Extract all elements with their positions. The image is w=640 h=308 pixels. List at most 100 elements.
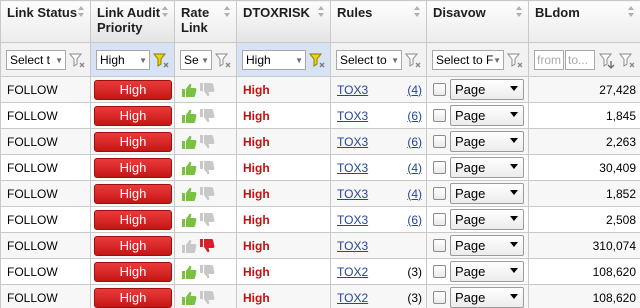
rate-cell <box>174 102 237 129</box>
col-header-rules[interactable]: Rules <box>330 0 427 43</box>
thumbs-up-icon[interactable] <box>181 82 197 98</box>
disavow-cell: Page <box>426 206 529 233</box>
sort-arrows-icon[interactable] <box>516 6 523 18</box>
thumbs-up-icon[interactable] <box>181 134 197 150</box>
rule-count[interactable]: (6) <box>407 109 422 123</box>
rule-count[interactable]: (4) <box>407 187 422 201</box>
thumbs-down-icon[interactable] <box>199 264 215 280</box>
rule-link[interactable]: TOX3 <box>337 135 368 149</box>
filter-icon[interactable] <box>618 51 636 69</box>
rate-cell <box>174 128 237 155</box>
rule-count[interactable]: (4) <box>407 161 422 175</box>
disavow-checkbox[interactable] <box>433 83 446 96</box>
thumbs-up-icon[interactable] <box>181 212 197 228</box>
disavow-checkbox[interactable] <box>433 135 446 148</box>
disavow-level-select[interactable]: Page <box>450 287 524 308</box>
disavow-level-select[interactable]: Page <box>450 105 524 126</box>
col-header-dtoxrisk[interactable]: DTOXRISK <box>236 0 331 43</box>
thumbs-up-icon[interactable] <box>181 238 197 254</box>
thumbs-down-icon[interactable] <box>199 134 215 150</box>
thumbs-down-icon[interactable] <box>199 212 215 228</box>
sort-arrows-icon[interactable] <box>628 6 635 18</box>
filter-icon[interactable] <box>506 51 524 69</box>
priority-badge: High <box>94 131 172 152</box>
rule-count[interactable]: (6) <box>407 213 422 227</box>
rule-link[interactable]: TOX3 <box>337 161 368 175</box>
thumbs-up-icon[interactable] <box>181 290 197 306</box>
link-status-filter-select[interactable]: Select t ▼ <box>6 49 66 70</box>
disavow-level-select[interactable]: Page <box>450 261 524 282</box>
thumbs-down-icon[interactable] <box>199 82 215 98</box>
sort-arrows-icon[interactable] <box>414 6 421 18</box>
thumbs-down-icon[interactable] <box>199 160 215 176</box>
dtoxrisk-value: High <box>243 238 270 253</box>
sort-arrows-icon[interactable] <box>318 6 325 18</box>
link-status-cell: FOLLOW <box>0 180 91 207</box>
disavow-level-select[interactable]: Page <box>450 183 524 204</box>
col-header-audit-priority[interactable]: Link Audit Priority <box>90 0 175 43</box>
filter-icon[interactable] <box>68 51 86 69</box>
dtoxrisk-filter-select[interactable]: High ▼ <box>242 49 306 70</box>
rule-link[interactable]: TOX3 <box>337 83 368 97</box>
disavow-checkbox[interactable] <box>433 239 446 252</box>
rule-link[interactable]: TOX2 <box>337 265 368 279</box>
dtoxrisk-value: High <box>243 290 270 305</box>
disavow-level-select[interactable]: Page <box>450 157 524 178</box>
link-status-cell: FOLLOW <box>0 284 91 308</box>
rule-count[interactable]: (6) <box>407 135 422 149</box>
table-row: FOLLOW High High TOX3 Page 310,074 <box>0 232 640 259</box>
rate-filter-select[interactable]: Se ▼ <box>180 49 212 70</box>
disavow-level-select[interactable]: Page <box>450 209 524 230</box>
rule-link[interactable]: TOX3 <box>337 109 368 123</box>
disavow-level-select[interactable]: Page <box>450 131 524 152</box>
range-filter-icon[interactable] <box>598 51 616 69</box>
filter-cell-disavow: Select to F ▼ <box>426 42 529 77</box>
thumbs-down-icon[interactable] <box>199 290 215 306</box>
thumbs-up-icon[interactable] <box>181 108 197 124</box>
rule-link[interactable]: TOX3 <box>337 213 368 227</box>
col-header-rate-link[interactable]: Rate Link <box>174 0 237 43</box>
bldom-cell: 1,852 <box>528 180 640 207</box>
disavow-checkbox[interactable] <box>433 161 446 174</box>
audit-priority-filter-select[interactable]: High ▼ <box>96 49 150 70</box>
disavow-checkbox[interactable] <box>433 291 446 304</box>
priority-badge: High <box>94 235 172 256</box>
col-header-link-status[interactable]: Link Status <box>0 0 91 43</box>
disavow-checkbox[interactable] <box>433 187 446 200</box>
active-filter-icon[interactable] <box>308 51 326 69</box>
thumbs-up-icon[interactable] <box>181 186 197 202</box>
disavow-filter-select[interactable]: Select to F ▼ <box>432 49 504 70</box>
disavow-level-select[interactable]: Page <box>450 79 524 100</box>
disavow-checkbox[interactable] <box>433 109 446 122</box>
disavow-cell: Page <box>426 154 529 181</box>
bldom-to-input[interactable]: to... <box>565 49 595 70</box>
col-header-disavow[interactable]: Disavow <box>426 0 529 43</box>
thumbs-down-icon[interactable] <box>199 186 215 202</box>
bldom-from-input[interactable]: from <box>534 49 564 70</box>
link-status-cell: FOLLOW <box>0 258 91 285</box>
thumbs-down-icon[interactable] <box>199 108 215 124</box>
disavow-cell: Page <box>426 258 529 285</box>
audit-priority-cell: High <box>90 102 175 129</box>
rule-link[interactable]: TOX2 <box>337 291 368 305</box>
filter-icon[interactable] <box>404 51 422 69</box>
sort-arrows-icon[interactable] <box>78 6 85 18</box>
rules-filter-select[interactable]: Select to ▼ <box>336 49 402 70</box>
disavow-checkbox[interactable] <box>433 213 446 226</box>
thumbs-up-icon[interactable] <box>181 264 197 280</box>
disavow-level-select[interactable]: Page <box>450 235 524 256</box>
thumbs-up-icon[interactable] <box>181 160 197 176</box>
disavow-checkbox[interactable] <box>433 265 446 278</box>
rules-cell: TOX3 (6) <box>330 102 427 129</box>
sort-arrows-icon[interactable] <box>224 6 231 18</box>
dtoxrisk-cell: High <box>236 258 331 285</box>
col-header-bldom[interactable]: BLdom <box>528 0 640 43</box>
rate-cell <box>174 258 237 285</box>
sort-arrows-icon[interactable] <box>162 6 169 18</box>
rule-count[interactable]: (4) <box>407 83 422 97</box>
active-filter-icon[interactable] <box>152 51 170 69</box>
filter-icon[interactable] <box>214 51 232 69</box>
rule-link[interactable]: TOX3 <box>337 239 368 253</box>
rule-link[interactable]: TOX3 <box>337 187 368 201</box>
thumbs-down-icon[interactable] <box>199 238 215 254</box>
